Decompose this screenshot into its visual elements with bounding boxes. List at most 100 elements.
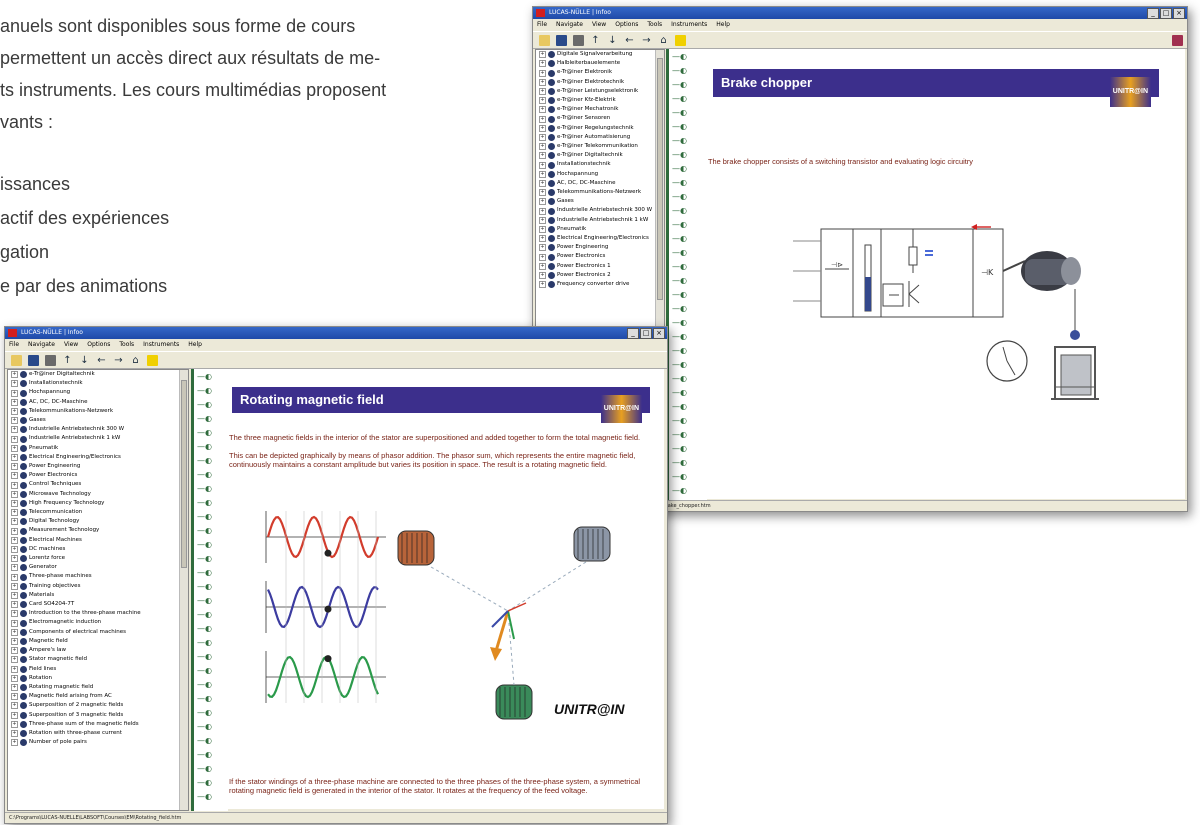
expand-icon[interactable]: + [11, 417, 18, 425]
page-icon[interactable]: —◐ [669, 49, 707, 63]
page-icon[interactable]: —◐ [194, 691, 228, 705]
expand-icon[interactable]: + [539, 244, 546, 252]
home-icon[interactable]: ⌂ [658, 35, 669, 46]
tree-item[interactable]: + Power Electronics [8, 471, 188, 480]
tree-item[interactable]: + Power Engineering [536, 243, 664, 252]
page-icon[interactable]: —◐ [669, 203, 707, 217]
tree-item[interactable]: + DC machines [8, 545, 188, 554]
open-folder-icon[interactable] [539, 34, 550, 46]
tree-item[interactable]: + Installationstechnik [8, 379, 188, 388]
tree-item[interactable]: + e-Tr@iner Sensoren [536, 114, 664, 123]
page-icon[interactable]: —◐ [669, 441, 707, 455]
page-icon[interactable]: —◐ [194, 719, 228, 733]
expand-icon[interactable]: + [539, 161, 546, 169]
tree-item[interactable]: + Rotation [8, 674, 188, 683]
menu-options[interactable]: Options [87, 339, 110, 351]
tree-item[interactable]: + AC, DC, DC-Maschine [536, 179, 664, 188]
tree-item[interactable]: + Power Electronics [536, 252, 664, 261]
close-icon[interactable]: × [1173, 8, 1185, 19]
menu-instruments[interactable]: Instruments [143, 339, 179, 351]
page-icon[interactable]: —◐ [194, 467, 228, 481]
tree-item[interactable]: + Superposition of 3 magnetic fields [8, 711, 188, 720]
expand-icon[interactable]: + [539, 115, 546, 123]
menu-file[interactable]: File [9, 339, 19, 351]
tree-item[interactable]: + Rotating magnetic field [8, 683, 188, 692]
forward-icon[interactable]: → [641, 35, 652, 46]
tree-item[interactable]: + Power Engineering [8, 462, 188, 471]
tree-item[interactable]: + Pneumatik [536, 225, 664, 234]
expand-icon[interactable]: + [11, 730, 18, 738]
page-icon[interactable]: —◐ [194, 383, 228, 397]
menu-navigate[interactable]: Navigate [28, 339, 55, 351]
expand-icon[interactable]: + [11, 426, 18, 434]
expand-icon[interactable]: + [11, 380, 18, 388]
tree-item[interactable]: + Field lines [8, 665, 188, 674]
tree-item[interactable]: + Digital Technology [8, 517, 188, 526]
title-bar[interactable]: LUCAS-NÜLLE | Infoo _ □ × [5, 327, 667, 339]
expand-icon[interactable]: + [11, 545, 18, 553]
page-icon[interactable]: —◐ [669, 301, 707, 315]
expand-icon[interactable]: + [539, 124, 546, 132]
menu-tools[interactable]: Tools [647, 19, 662, 31]
tree-item[interactable]: + Control Techniques [8, 480, 188, 489]
tree-item[interactable]: + Pneumatik [8, 444, 188, 453]
expand-icon[interactable]: + [539, 235, 546, 243]
title-bar[interactable]: LUCAS-NÜLLE | Infoo _ □ × [533, 7, 1187, 19]
page-icon[interactable]: —◐ [194, 775, 228, 789]
expand-icon[interactable]: + [11, 371, 18, 379]
maximize-icon[interactable]: □ [1160, 8, 1172, 19]
page-icon[interactable]: —◐ [669, 357, 707, 371]
back-icon[interactable]: ← [624, 35, 635, 46]
expand-icon[interactable]: + [539, 170, 546, 178]
course-tree[interactable]: + e-Tr@iner Digitaltechnik + Installationst… [7, 369, 189, 811]
expand-icon[interactable]: + [11, 674, 18, 682]
expand-icon[interactable]: + [539, 262, 546, 270]
maximize-icon[interactable]: □ [640, 328, 652, 339]
forward-icon[interactable]: → [113, 355, 124, 366]
tree-item[interactable]: + Three-phase sum of the magnetic fields [8, 720, 188, 729]
page-icon[interactable]: —◐ [194, 621, 228, 635]
page-icon[interactable]: —◐ [669, 231, 707, 245]
close-icon[interactable]: × [653, 328, 665, 339]
page-icon[interactable]: —◐ [194, 439, 228, 453]
tree-item[interactable]: + Electrical Engineering/Electronics [536, 234, 664, 243]
tree-item[interactable]: + e-Tr@iner Mechatronik [536, 105, 664, 114]
arrow-down-icon[interactable]: ↓ [607, 35, 618, 46]
expand-icon[interactable]: + [11, 518, 18, 526]
expand-icon[interactable]: + [11, 453, 18, 461]
tree-item[interactable]: + Electrical Engineering/Electronics [8, 453, 188, 462]
back-icon[interactable]: ← [96, 355, 107, 366]
tree-item[interactable]: + Measurement Technology [8, 526, 188, 535]
lightbulb-icon[interactable] [675, 34, 686, 46]
page-icon[interactable]: —◐ [194, 593, 228, 607]
tree-item[interactable]: + Industrielle Antriebstechnik 1 kW [536, 216, 664, 225]
page-icon[interactable]: —◐ [194, 761, 228, 775]
page-icon[interactable]: —◐ [669, 175, 707, 189]
arrow-up-icon[interactable]: ↑ [62, 355, 73, 366]
page-icon[interactable]: —◐ [194, 649, 228, 663]
expand-icon[interactable]: + [539, 271, 546, 279]
page-icon[interactable]: —◐ [669, 91, 707, 105]
menu-view[interactable]: View [592, 19, 606, 31]
page-icon[interactable]: —◐ [194, 789, 228, 803]
tree-item[interactable]: + Card SO4204-7T [8, 600, 188, 609]
tree-item[interactable]: + e-Tr@iner Elektrotechnik [536, 78, 664, 87]
expand-icon[interactable]: + [539, 198, 546, 206]
page-icon[interactable]: —◐ [194, 509, 228, 523]
expand-icon[interactable]: + [539, 69, 546, 77]
expand-icon[interactable]: + [539, 281, 546, 289]
expand-icon[interactable]: + [11, 582, 18, 590]
tree-item[interactable]: + Telekommunikations-Netzwerk [8, 407, 188, 416]
menu-help[interactable]: Help [716, 19, 730, 31]
expand-icon[interactable]: + [539, 106, 546, 114]
expand-icon[interactable]: + [539, 189, 546, 197]
expand-icon[interactable]: + [11, 656, 18, 664]
tree-item[interactable]: + Halbleiterbauelemente [536, 59, 664, 68]
expand-icon[interactable]: + [11, 472, 18, 480]
expand-icon[interactable]: + [11, 398, 18, 406]
page-icon[interactable]: —◐ [669, 217, 707, 231]
tree-item[interactable]: + High Frequency Technology [8, 499, 188, 508]
page-icon[interactable]: —◐ [669, 245, 707, 259]
expand-icon[interactable]: + [11, 389, 18, 397]
print-icon[interactable] [45, 354, 56, 366]
